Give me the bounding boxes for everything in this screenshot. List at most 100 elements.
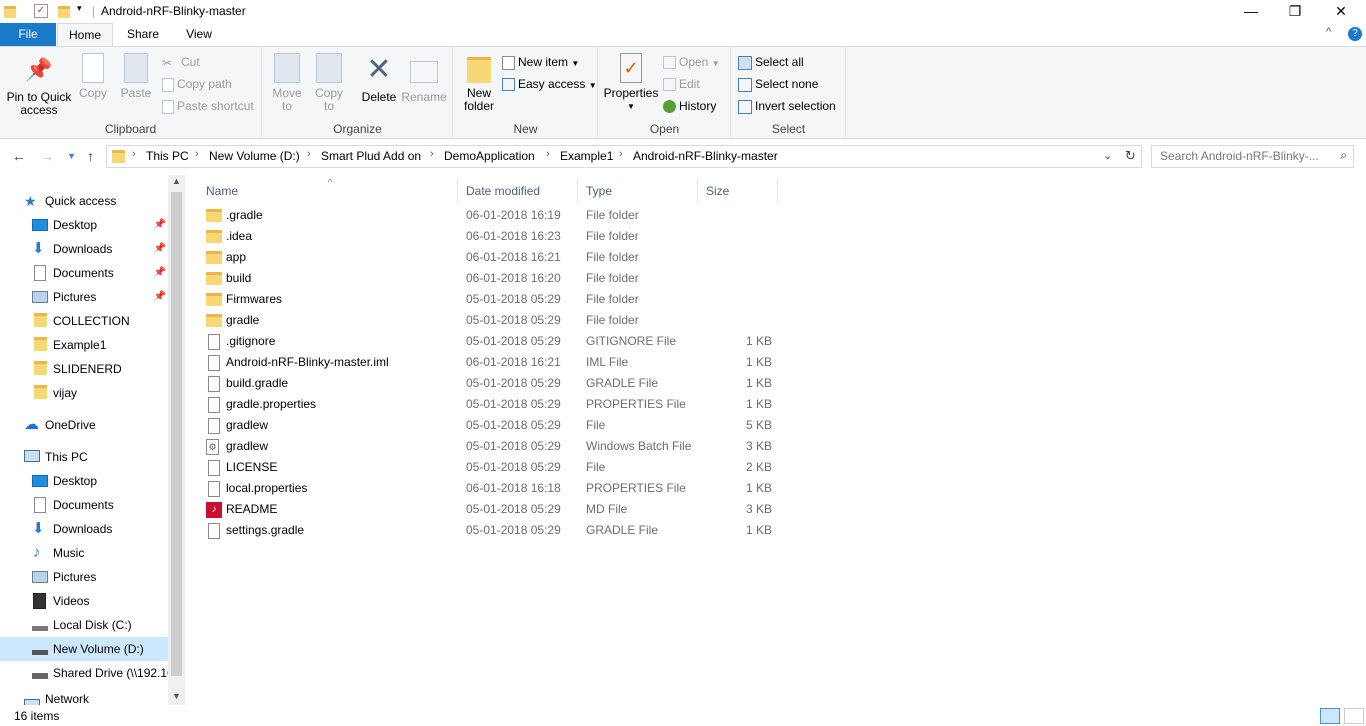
pin-quick-access-button[interactable]: 📌 Pin to Quick access: [4, 53, 74, 117]
help-icon[interactable]: ?: [1348, 27, 1362, 41]
breadcrumb-smart-plud[interactable]: Smart Plud Add on: [321, 149, 421, 163]
tab-home[interactable]: Home: [57, 23, 113, 46]
history-button[interactable]: History: [663, 97, 716, 117]
search-input[interactable]: Search Android-nRF-Blinky-... ⌕: [1151, 145, 1354, 168]
copy-path-button[interactable]: Copy path: [162, 75, 232, 95]
rename-label: Rename: [401, 90, 447, 104]
breadcrumb-demoapplication[interactable]: DemoApplication: [444, 149, 535, 163]
table-row[interactable]: build.gradle 05-01-2018 05:29 GRADLE File 1…: [202, 373, 772, 394]
table-row[interactable]: gradle 05-01-2018 05:29 File folder: [202, 310, 772, 331]
rename-icon: [410, 61, 438, 83]
ribbon: 📌 Pin to Quick access Copy Paste ✂ Cut Co…: [0, 46, 1366, 139]
column-size[interactable]: Size: [698, 179, 778, 203]
column-name[interactable]: Name ^: [198, 177, 458, 203]
large-icons-view-icon[interactable]: [1344, 708, 1364, 724]
nav-quick-vijay[interactable]: vijay: [32, 381, 77, 405]
nav-this-pc[interactable]: This PC: [24, 445, 88, 469]
refresh-icon[interactable]: ↻: [1125, 148, 1136, 164]
table-row[interactable]: build 06-01-2018 16:20 File folder: [202, 268, 772, 289]
nav-quick-collection[interactable]: COLLECTION: [32, 309, 130, 333]
nav-network[interactable]: Network: [24, 693, 89, 705]
table-row[interactable]: LICENSE 05-01-2018 05:29 File 2 KB: [202, 457, 772, 478]
nav-pc-documents[interactable]: Documents: [32, 493, 114, 517]
restore-button[interactable]: ❐: [1272, 0, 1318, 23]
rename-button[interactable]: Rename: [401, 53, 447, 104]
breadcrumb-this-pc[interactable]: This PC: [146, 149, 189, 163]
new-item-button[interactable]: New item ▼: [502, 53, 579, 73]
table-row[interactable]: gradle.properties 05-01-2018 05:29 PROPERT…: [202, 394, 772, 415]
tab-share[interactable]: Share: [115, 23, 171, 46]
copy-to-button[interactable]: Copy to: [311, 53, 347, 113]
table-row[interactable]: gradlew 05-01-2018 05:29 File 5 KB: [202, 415, 772, 436]
table-row[interactable]: app 06-01-2018 16:21 File folder: [202, 247, 772, 268]
properties-button[interactable]: ✓ Properties ▼: [603, 53, 659, 113]
nav-pc-music[interactable]: ♪ Music: [32, 541, 84, 565]
file-size: 1 KB: [745, 376, 772, 390]
scroll-down-icon[interactable]: ▼: [172, 691, 181, 701]
column-date[interactable]: Date modified: [458, 179, 578, 203]
forward-arrow-icon[interactable]: →: [40, 148, 54, 164]
nav-quick-desktop[interactable]: Desktop 📌: [32, 213, 168, 237]
table-row[interactable]: .gradle 06-01-2018 16:19 File folder: [202, 205, 772, 226]
back-arrow-icon[interactable]: ←: [12, 148, 26, 164]
select-none-button[interactable]: Select none: [738, 75, 818, 95]
invert-selection-button[interactable]: Invert selection: [738, 97, 836, 117]
nav-quick-slidenerd[interactable]: SLIDENERD: [32, 357, 122, 381]
properties-icon[interactable]: ✓: [34, 4, 48, 18]
nav-scrollbar-thumb[interactable]: [171, 192, 182, 676]
breadcrumb-new-volume[interactable]: New Volume (D:): [209, 149, 300, 163]
new-folder-button[interactable]: New folder: [458, 53, 500, 113]
table-row[interactable]: Android-nRF-Blinky-master.iml 06-01-2018 …: [202, 352, 772, 373]
nav-quick-pictures[interactable]: Pictures 📌: [32, 285, 168, 309]
paste-shortcut-button[interactable]: Paste shortcut: [162, 97, 254, 117]
nav-label: Desktop: [53, 218, 98, 232]
paste-button[interactable]: Paste: [116, 53, 156, 100]
delete-button[interactable]: ✕ Delete: [357, 53, 401, 104]
tab-file[interactable]: File: [0, 23, 56, 46]
table-row[interactable]: Firmwares 05-01-2018 05:29 File folder: [202, 289, 772, 310]
column-type[interactable]: Type: [578, 179, 698, 203]
new-folder-icon[interactable]: [58, 6, 70, 18]
file-icon: [208, 376, 220, 392]
close-button[interactable]: ✕: [1318, 0, 1364, 23]
open-button[interactable]: Open ▼: [663, 53, 720, 73]
edit-button[interactable]: Edit: [663, 75, 700, 95]
table-row[interactable]: ⚙ gradlew 05-01-2018 05:29 Windows Batch Fi…: [202, 436, 772, 457]
collapse-ribbon-icon[interactable]: ^: [1326, 26, 1331, 38]
easy-access-button[interactable]: Easy access ▼: [502, 75, 597, 95]
recent-locations-icon[interactable]: ▼: [67, 151, 76, 161]
file-date: 06-01-2018 16:20: [466, 271, 561, 285]
select-all-button[interactable]: Select all: [738, 53, 804, 73]
nav-quick-example1[interactable]: Example1: [32, 333, 106, 357]
nav-pc-shared-drive[interactable]: Shared Drive (\\192.16: [32, 661, 168, 685]
nav-pc-local-disk[interactable]: Local Disk (C:): [32, 613, 132, 637]
nav-onedrive[interactable]: ☁ OneDrive: [24, 413, 96, 437]
breadcrumb-current-folder[interactable]: Android-nRF-Blinky-master: [633, 149, 778, 163]
table-row[interactable]: local.properties 06-01-2018 16:18 PROPERTI…: [202, 478, 772, 499]
customize-qat-icon[interactable]: ▾: [77, 3, 82, 14]
table-row[interactable]: .gitignore 05-01-2018 05:29 GITIGNORE File…: [202, 331, 772, 352]
nav-pc-pictures[interactable]: Pictures: [32, 565, 96, 589]
move-to-button[interactable]: Move to: [269, 53, 305, 113]
nav-quick-downloads[interactable]: ⬇ Downloads 📌: [32, 237, 168, 261]
breadcrumb-example1[interactable]: Example1: [560, 149, 613, 163]
scroll-up-icon[interactable]: ▲: [172, 176, 181, 186]
table-row[interactable]: settings.gradle 05-01-2018 05:29 GRADLE Fi…: [202, 520, 772, 541]
nav-pc-videos[interactable]: Videos: [32, 589, 89, 613]
file-name: LICENSE: [226, 460, 278, 474]
nav-pc-new-volume[interactable]: New Volume (D:): [0, 637, 168, 661]
nav-pc-desktop[interactable]: Desktop: [32, 469, 97, 493]
cut-button[interactable]: ✂ Cut: [162, 53, 200, 73]
tab-view[interactable]: View: [171, 23, 227, 46]
address-bar[interactable]: › This PC › New Volume (D:) › Smart Plud…: [106, 145, 1142, 168]
nav-quick-documents[interactable]: Documents 📌: [32, 261, 168, 285]
table-row[interactable]: ♪ README 05-01-2018 05:29 MD File 3 KB: [202, 499, 772, 520]
address-dropdown-icon[interactable]: ⌄: [1103, 149, 1112, 162]
minimize-button[interactable]: —: [1228, 0, 1274, 23]
details-view-icon[interactable]: [1320, 708, 1340, 724]
nav-pc-downloads[interactable]: ⬇ Downloads: [32, 517, 112, 541]
table-row[interactable]: .idea 06-01-2018 16:23 File folder: [202, 226, 772, 247]
up-arrow-icon[interactable]: ↑: [87, 148, 94, 164]
nav-quick-access[interactable]: ★ Quick access: [24, 189, 116, 213]
copy-button[interactable]: Copy: [74, 53, 112, 100]
